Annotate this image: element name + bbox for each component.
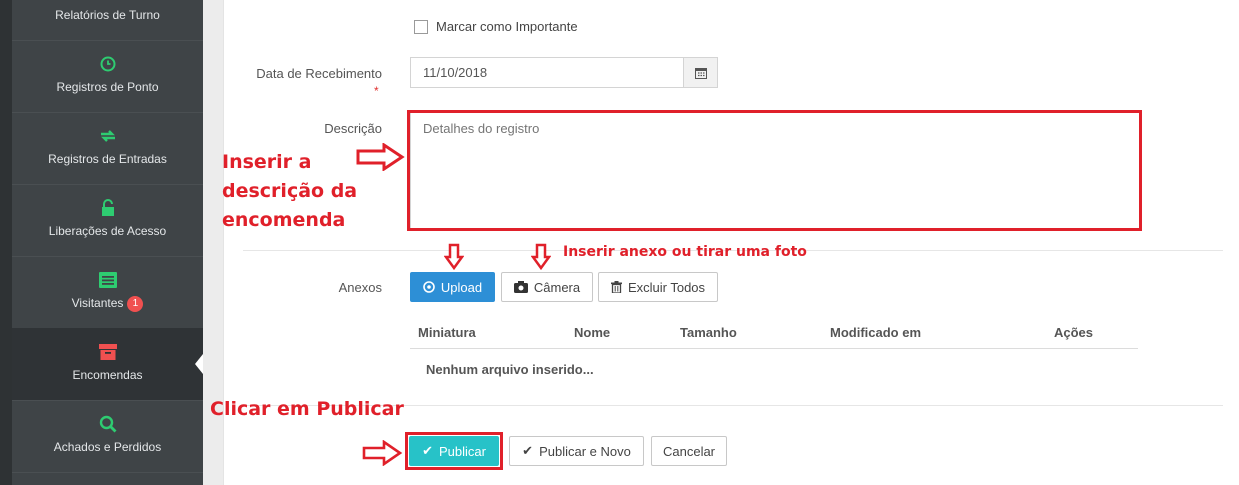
annotation-publish: Clicar em Publicar	[210, 398, 404, 420]
list-icon	[12, 270, 203, 290]
check-icon: ✔	[522, 443, 534, 458]
annotation-line: encomenda	[222, 209, 346, 231]
arrow-down-icon	[531, 243, 551, 271]
sidebar-item-label: Registros de Entradas	[48, 152, 167, 166]
clock-icon	[12, 54, 203, 74]
sidebar-item-label: Registros de Ponto	[56, 80, 159, 94]
calendar-icon	[694, 67, 707, 79]
delete-all-label: Excluir Todos	[627, 279, 706, 295]
arrow-down-icon	[444, 243, 464, 271]
delete-all-button[interactable]: Excluir Todos	[598, 272, 718, 302]
arrow-right-icon	[362, 440, 403, 466]
sidebar-item-label: Encomendas	[72, 368, 143, 382]
annotation-line: descrição da	[222, 180, 358, 202]
sidebar-item-visitantes[interactable]: Visitantes 1	[12, 256, 203, 328]
col-header-size: Tamanho	[680, 325, 737, 340]
camera-icon	[513, 281, 528, 293]
camera-label: Câmera	[533, 279, 581, 295]
date-label-text: Data de Recebimento	[256, 66, 382, 81]
camera-button[interactable]: Câmera	[501, 272, 593, 302]
empty-files-message: Nenhum arquivo inserido...	[426, 362, 594, 377]
sidebar-item-label: Achados e Perdidos	[53, 440, 162, 454]
required-mark: *	[374, 84, 379, 98]
sidebar-item-label: Liberações de Acesso	[48, 224, 167, 238]
cancel-label: Cancelar	[662, 443, 716, 459]
date-label: Data de Recebimento	[230, 66, 382, 81]
upload-label: Upload	[440, 279, 483, 295]
publish-and-new-button[interactable]: ✔ Publicar e Novo	[509, 436, 644, 466]
sidebar-item-achados-e-perdidos[interactable]: Achados e Perdidos	[12, 400, 203, 472]
description-label: Descrição	[324, 121, 382, 136]
upload-circle-icon	[423, 281, 435, 293]
attachments-label: Anexos	[338, 280, 382, 295]
sidebar-item-label: Relatórios de Turno	[55, 8, 160, 22]
table-header-divider	[410, 348, 1138, 349]
publish-highlight-box	[405, 432, 503, 470]
date-input[interactable]: 11/10/2018	[410, 57, 684, 88]
sidebar-edge	[0, 0, 12, 485]
notification-badge: 1	[127, 296, 144, 312]
important-label: Marcar como Importante	[436, 19, 578, 34]
sidebar-item-registros-de-ponto[interactable]: Registros de Ponto	[12, 40, 203, 112]
col-header-name: Nome	[574, 325, 611, 340]
col-header-actions: Ações	[1054, 325, 1094, 340]
col-header-thumbnail: Miniatura	[418, 325, 476, 340]
exchange-icon	[12, 126, 203, 146]
sidebar-item-label: Visitantes	[71, 296, 124, 311]
search-icon	[12, 414, 203, 434]
calendar-button[interactable]	[683, 57, 718, 88]
col-header-modified: Modificado em	[830, 325, 922, 340]
important-checkbox[interactable]	[414, 20, 428, 34]
sidebar-divider	[12, 472, 203, 473]
sidebar: Relatórios de Turno Registros de Ponto R…	[0, 0, 203, 485]
upload-button[interactable]: Upload	[410, 272, 495, 302]
description-highlight-box	[407, 110, 1142, 231]
cancel-button[interactable]: Cancelar	[651, 436, 727, 466]
active-indicator	[195, 354, 203, 374]
sidebar-item-encomendas[interactable]: Encomendas	[12, 328, 203, 400]
annotation-attach: Inserir anexo ou tirar uma foto	[563, 244, 807, 260]
annotation-description: Inserir a descrição da encomenda	[222, 148, 357, 235]
sidebar-item-registros-de-entradas[interactable]: Registros de Entradas	[12, 112, 203, 184]
trash-icon	[610, 281, 622, 293]
unlock-icon	[12, 198, 203, 218]
sidebar-item-liberacoes-de-acesso[interactable]: Liberações de Acesso	[12, 184, 203, 256]
publish-new-label: Publicar e Novo	[539, 443, 631, 459]
archive-box-icon	[12, 342, 203, 362]
annotation-line: Inserir a	[222, 151, 312, 173]
arrow-right-icon	[356, 143, 405, 171]
sidebar-item-label-row: Visitantes 1	[12, 296, 203, 312]
sidebar-item-relatorios-de-turno[interactable]: Relatórios de Turno	[12, 0, 203, 40]
